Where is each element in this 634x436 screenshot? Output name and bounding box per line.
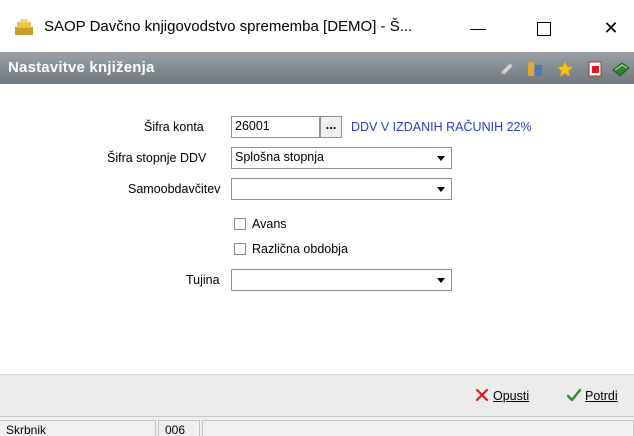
tujina-label: Tujina — [186, 273, 220, 287]
status-info — [202, 420, 634, 436]
razlicna-obdobja-checkbox[interactable] — [234, 243, 246, 255]
status-code: 006 — [158, 420, 200, 436]
star-icon[interactable] — [556, 60, 574, 78]
tujina-select[interactable] — [231, 269, 452, 291]
close-icon: ✕ — [603, 18, 619, 38]
close-button[interactable]: ✕ — [588, 10, 634, 46]
window-title: SAOP Davčno knjigovodstvo sprememba [DEM… — [44, 18, 413, 35]
samoobdavcitev-select[interactable] — [231, 178, 452, 200]
sifra-konta-label: Šifra konta — [144, 120, 204, 134]
columns-icon[interactable] — [526, 60, 544, 78]
razlicna-obdobja-checkbox-row[interactable]: Različna obdobja — [234, 242, 348, 258]
minimize-button[interactable] — [455, 10, 501, 46]
sifra-konta-lookup-button[interactable]: ... — [320, 116, 342, 138]
razlicna-obdobja-label: Različna obdobja — [252, 242, 348, 256]
section-header: Nastavitve knjiženja — [0, 52, 634, 84]
checkmark-icon — [566, 388, 582, 402]
settings-form: Šifra konta 26001 ... DDV V IZDANIH RAČU… — [0, 84, 634, 374]
cancel-button[interactable]: Opusti — [474, 387, 529, 403]
cancel-label: Opusti — [493, 389, 530, 403]
close-icon — [475, 388, 489, 402]
minimize-icon — [470, 28, 486, 30]
button-bar: Opusti Potrdi — [0, 374, 634, 416]
stopnja-ddv-value: Splošna stopnja — [235, 150, 324, 164]
delete-icon[interactable] — [586, 60, 604, 78]
confirm-label: Potrdi — [585, 389, 618, 403]
status-user: Skrbnik — [0, 420, 156, 436]
stopnja-ddv-select[interactable]: Splošna stopnja — [231, 147, 452, 169]
chevron-down-icon[interactable] — [433, 180, 450, 198]
section-title: Nastavitve knjiženja — [8, 59, 155, 76]
chevron-down-icon[interactable] — [433, 271, 450, 289]
edit-icon[interactable] — [498, 60, 516, 78]
samoobdavcitev-label: Samoobdavčitev — [128, 182, 221, 196]
app-icon — [15, 19, 33, 35]
title-bar: SAOP Davčno knjigovodstvo sprememba [DEM… — [0, 0, 634, 52]
avans-checkbox[interactable] — [234, 218, 246, 230]
book-icon[interactable] — [612, 60, 630, 78]
confirm-button[interactable]: Potrdi — [566, 387, 618, 403]
chevron-down-icon[interactable] — [433, 149, 450, 167]
maximize-icon — [537, 22, 551, 37]
status-bar: Skrbnik 006 — [0, 416, 634, 436]
sifra-konta-description: DDV V IZDANIH RAČUNIH 22% — [351, 120, 532, 134]
stopnja-ddv-label: Šifra stopnje DDV — [107, 151, 207, 165]
sifra-konta-input[interactable]: 26001 — [231, 116, 320, 138]
avans-checkbox-row[interactable]: Avans — [234, 217, 287, 233]
avans-label: Avans — [252, 217, 287, 231]
maximize-button[interactable] — [521, 10, 567, 46]
sifra-konta-value: 26001 — [235, 119, 270, 133]
